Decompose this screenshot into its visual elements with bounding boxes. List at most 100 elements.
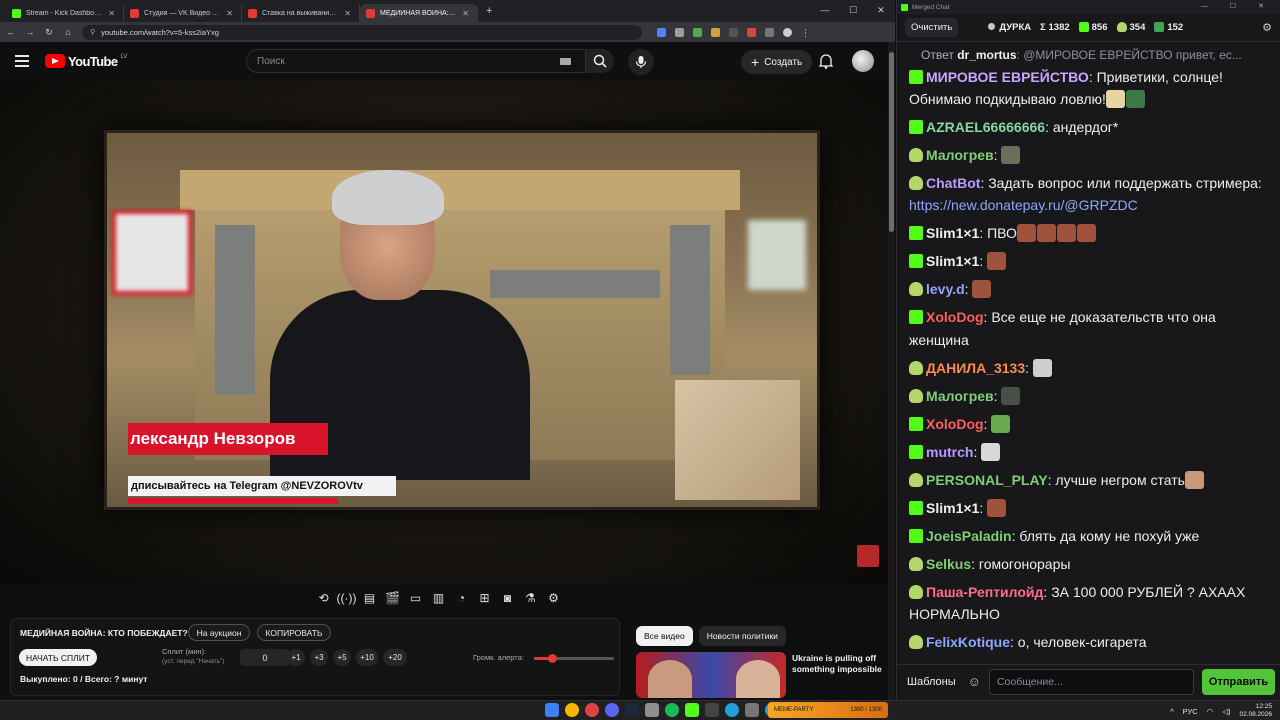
window-controls[interactable]: — ☐ ✕: [1201, 2, 1274, 10]
crop-icon[interactable]: ▭: [407, 590, 424, 607]
chevron-up-icon[interactable]: ^: [1170, 707, 1174, 716]
steam-icon[interactable]: [625, 703, 639, 717]
auction-button[interactable]: На аукцион: [188, 624, 250, 641]
chat-username[interactable]: FelixKotique: [926, 634, 1010, 650]
extension-icon[interactable]: [693, 27, 702, 37]
tab-kick-dashboard[interactable]: Stream - Kick Dashboard ✕: [6, 4, 124, 22]
templates-button[interactable]: Шаблоны: [903, 676, 960, 688]
chat-username[interactable]: mutrch: [926, 444, 973, 460]
send-button[interactable]: Отправить: [1201, 668, 1275, 695]
windows-start-icon[interactable]: [545, 703, 559, 717]
step-button-10[interactable]: +10: [356, 649, 378, 666]
chat-username[interactable]: Slim1×1: [926, 225, 979, 241]
loop-icon[interactable]: ⟲: [315, 590, 332, 607]
page-scrollbar[interactable]: [888, 42, 895, 700]
search-input[interactable]: Поиск: [246, 49, 586, 73]
chat-username[interactable]: JoeisPaladin: [926, 528, 1012, 544]
step-button-20[interactable]: +20: [383, 649, 407, 666]
chat-username[interactable]: AZRAEL66666666: [926, 119, 1045, 135]
recommended-thumbnail[interactable]: [636, 652, 786, 698]
recommended-title[interactable]: Ukraine is pulling off something impossi…: [792, 653, 884, 675]
chat-username[interactable]: PERSONAL_PLAY: [926, 472, 1048, 488]
message-input[interactable]: Сообщение...: [988, 668, 1194, 695]
notifications-icon[interactable]: [819, 53, 833, 69]
volume-icon[interactable]: ◁): [1222, 707, 1230, 716]
youtube-logo[interactable]: YouTube LV: [45, 54, 127, 69]
extension-icon[interactable]: [729, 27, 738, 37]
wifi-icon[interactable]: ◠: [1207, 707, 1214, 716]
extension-icon[interactable]: [657, 27, 666, 37]
menu-icon[interactable]: [15, 55, 29, 67]
download-icon[interactable]: [765, 27, 774, 37]
copy-button[interactable]: КОПИРОВАТЬ: [257, 624, 331, 641]
camera-icon[interactable]: ◙: [499, 590, 516, 607]
video-player[interactable]: лександр Невзоров дписывайтесь на Telegr…: [0, 80, 888, 585]
flask-icon[interactable]: ⚗: [522, 590, 539, 607]
clapper-icon[interactable]: 🎬: [384, 590, 401, 607]
chip-all-videos[interactable]: Все видео: [636, 626, 693, 646]
yandex-icon[interactable]: [585, 703, 599, 717]
chat-username[interactable]: Паша-Рептилойд: [926, 584, 1043, 600]
lang-indicator[interactable]: РУС: [1183, 707, 1198, 716]
filmstrip-icon[interactable]: ▥: [430, 590, 447, 607]
chat-username[interactable]: Малогрев: [926, 147, 994, 163]
telegram-icon[interactable]: [725, 703, 739, 717]
tab-youtube-1[interactable]: Ставка на выживание. Как На ✕: [242, 4, 360, 22]
close-icon[interactable]: ✕: [344, 9, 351, 18]
step-button-1[interactable]: +1: [287, 649, 305, 666]
chat-username[interactable]: XoloDog: [926, 309, 984, 325]
chat-username[interactable]: ChatBot: [926, 175, 980, 191]
menu-icon[interactable]: ⋮: [801, 28, 810, 38]
search-button[interactable]: [586, 49, 614, 73]
avatar[interactable]: [852, 50, 874, 72]
tab-vk-studio[interactable]: Студия — VK Видео Live ✕: [124, 4, 242, 22]
extension-icon[interactable]: [675, 27, 684, 37]
audio-icon[interactable]: ((·)): [337, 590, 357, 607]
extension-icon[interactable]: [747, 27, 756, 37]
forward-icon[interactable]: →: [25, 27, 35, 37]
meme-party-widget[interactable]: MEME-PARTY 1300 / 1300: [768, 702, 888, 718]
chat-username[interactable]: Slim1×1: [926, 253, 979, 269]
kick-icon[interactable]: [685, 703, 699, 717]
chat-username[interactable]: Малогрев: [926, 388, 994, 404]
add-clip-icon[interactable]: ⊞: [476, 590, 493, 607]
minimize-icon[interactable]: —: [811, 0, 839, 20]
spotify-icon[interactable]: [665, 703, 679, 717]
profile-icon[interactable]: [783, 27, 792, 37]
keyboard-icon[interactable]: [560, 58, 571, 65]
close-icon[interactable]: ✕: [462, 9, 469, 18]
playlist-icon[interactable]: ▤: [361, 590, 378, 607]
emoji-icon[interactable]: ☺: [968, 674, 981, 689]
reply-user[interactable]: dr_mortus: [957, 48, 1016, 62]
chat-username[interactable]: Selkus: [926, 556, 971, 572]
back-icon[interactable]: ←: [6, 27, 16, 37]
close-icon[interactable]: ✕: [226, 9, 233, 18]
chip-politics-news[interactable]: Новости политики: [698, 626, 786, 646]
clock[interactable]: 12:25 02.08.2026: [1239, 703, 1272, 719]
url-field[interactable]: ⚲ youtube.com/watch?v=5-kss2iaYxg: [82, 24, 642, 40]
new-tab-button[interactable]: +: [486, 5, 492, 17]
extension-icon[interactable]: [711, 27, 720, 37]
reload-icon[interactable]: ↻: [44, 27, 54, 38]
home-icon[interactable]: ⌂: [63, 27, 73, 37]
speed-icon[interactable]: ◔: [453, 590, 470, 607]
chat-username[interactable]: ДАНИЛА_3133: [926, 360, 1025, 376]
close-icon[interactable]: ✕: [108, 9, 115, 18]
start-split-button[interactable]: НАЧАТЬ СПЛИТ: [19, 649, 97, 666]
split-input[interactable]: 0: [240, 649, 290, 666]
tab-youtube-active[interactable]: МЕДИЙНАЯ ВОЙНА: КТО ✕: [360, 4, 478, 22]
chat-link[interactable]: https://new.donatepay.ru/@GRPZDC: [909, 197, 1138, 213]
maximize-icon[interactable]: ☐: [839, 0, 867, 20]
volume-slider[interactable]: [534, 654, 614, 663]
gear-icon[interactable]: ⚙: [1262, 21, 1272, 34]
discord-icon[interactable]: [605, 703, 619, 717]
create-button[interactable]: + Создать: [741, 50, 813, 74]
chrome-icon[interactable]: [565, 703, 579, 717]
chat-username[interactable]: XoloDog: [926, 416, 984, 432]
close-icon[interactable]: ✕: [867, 0, 895, 20]
chat-username[interactable]: МИРОВОЕ ЕВРЕЙСТВО: [926, 69, 1089, 85]
voice-search-button[interactable]: [628, 49, 654, 75]
chat-username[interactable]: Slim1×1: [926, 500, 979, 516]
clear-button[interactable]: Очистить: [905, 18, 959, 37]
gear-icon[interactable]: ⚙: [545, 590, 562, 607]
